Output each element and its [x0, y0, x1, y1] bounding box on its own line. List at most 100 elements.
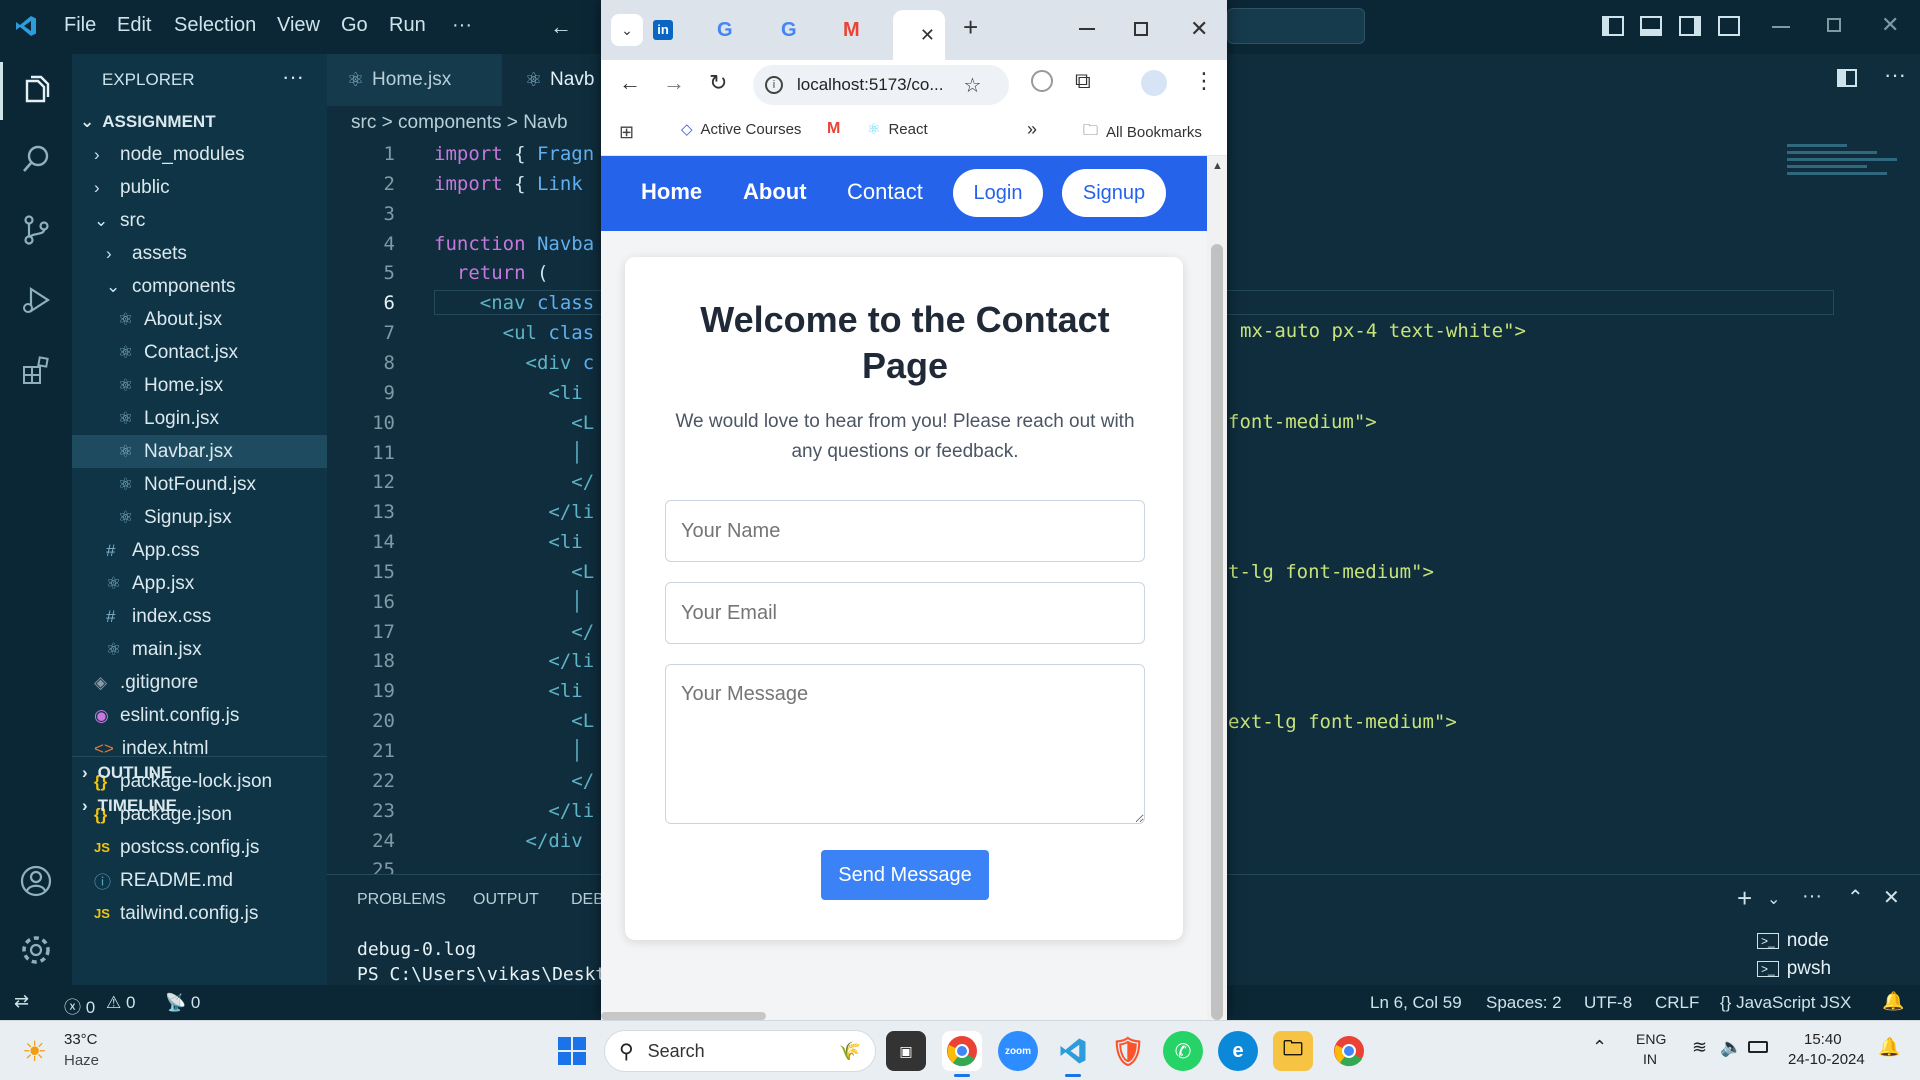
panel-tab-problems[interactable]: PROBLEMS	[357, 891, 446, 909]
address-bar[interactable]: i localhost:5173/co... ☆	[753, 65, 1009, 105]
email-field[interactable]	[665, 582, 1145, 644]
tray-chevron-icon[interactable]: ⌃	[1592, 1037, 1607, 1058]
chrome-menu-icon[interactable]: ⋮	[1193, 68, 1215, 94]
tree-item[interactable]: ⚛ App.jsx	[72, 567, 327, 600]
edge-icon[interactable]: e	[1218, 1031, 1258, 1071]
wifi-icon[interactable]: ≋	[1692, 1037, 1707, 1058]
menu-more[interactable]: ···	[452, 14, 472, 37]
extension-icon[interactable]	[1031, 70, 1053, 92]
minimize-icon[interactable]	[1772, 26, 1790, 28]
tree-item[interactable]: ⚛ NotFound.jsx	[72, 468, 327, 501]
close-panel-icon[interactable]: ✕	[1883, 885, 1900, 910]
page-scrollbar[interactable]: ▲	[1207, 156, 1227, 1020]
extensions-puzzle-icon[interactable]: ⧉	[1075, 68, 1091, 94]
panel-more-button[interactable]: ···	[1802, 885, 1822, 908]
explorer-icon[interactable]	[16, 70, 56, 110]
tree-item[interactable]: › assets	[72, 237, 327, 270]
tree-item[interactable]: ◉ eslint.config.js	[72, 699, 327, 732]
tree-item[interactable]: JS postcss.config.js	[72, 831, 327, 864]
bookmark-star-icon[interactable]: ☆	[963, 73, 981, 98]
tab-linkedin[interactable]: in	[653, 14, 691, 46]
cursor-position[interactable]: Ln 6, Col 59	[1370, 993, 1462, 1013]
tree-item[interactable]: ⚛ About.jsx	[72, 303, 327, 336]
scroll-up-arrow-icon[interactable]: ▲	[1212, 160, 1223, 172]
settings-gear-icon[interactable]	[16, 930, 56, 970]
chevron-down-icon[interactable]: ⌄	[1767, 889, 1780, 909]
new-terminal-icon[interactable]: +	[1737, 883, 1752, 914]
tree-item[interactable]: JS tailwind.config.js	[72, 897, 327, 930]
taskbar-search[interactable]: ⚲ Search 🌾	[604, 1030, 876, 1072]
encoding[interactable]: UTF-8	[1584, 993, 1632, 1013]
run-debug-icon[interactable]	[16, 280, 56, 320]
tree-item[interactable]: ◈ .gitignore	[72, 666, 327, 699]
new-tab-button[interactable]: +	[963, 12, 978, 43]
send-message-button[interactable]: Send Message	[821, 850, 989, 900]
accounts-icon[interactable]	[16, 861, 56, 901]
scroll-thumb[interactable]	[1211, 244, 1223, 1020]
weather-haze-icon[interactable]: ☀	[22, 1035, 47, 1068]
language-mode[interactable]: {} JavaScript JSX	[1720, 993, 1851, 1013]
tree-item[interactable]: ⚛ Contact.jsx	[72, 336, 327, 369]
tree-item[interactable]: ⓘ README.md	[72, 864, 327, 897]
line-ending[interactable]: CRLF	[1655, 993, 1699, 1013]
menu-go[interactable]: Go	[341, 14, 368, 37]
all-bookmarks[interactable]: 🗀 All Bookmarks	[1083, 120, 1202, 145]
minimize-icon[interactable]	[1079, 28, 1095, 30]
tab-navbar[interactable]: ⚛ Navb	[505, 54, 605, 106]
tree-item[interactable]: ⚛ Home.jsx	[72, 369, 327, 402]
file-explorer-icon[interactable]: 🗀	[1273, 1031, 1313, 1071]
toggle-secondary-sidebar-icon[interactable]	[1679, 16, 1701, 36]
restore-icon[interactable]	[1827, 18, 1841, 32]
volume-icon[interactable]: 🔈	[1720, 1037, 1742, 1058]
menu-selection[interactable]: Selection	[174, 14, 256, 37]
battery-icon[interactable]	[1748, 1041, 1768, 1053]
outline-section[interactable]: › OUTLINE	[72, 756, 327, 789]
tab-google-2[interactable]: G	[781, 14, 819, 46]
apps-grid-icon[interactable]: ⊞	[619, 122, 634, 143]
tab-active[interactable]: ✕	[893, 10, 945, 60]
site-info-icon[interactable]: i	[765, 76, 783, 94]
weather-temp[interactable]: 33°C	[64, 1031, 98, 1048]
zoom-icon[interactable]: zoom	[998, 1031, 1038, 1071]
ports-status[interactable]: 📡 0	[165, 993, 200, 1013]
nav-about[interactable]: About	[743, 179, 807, 205]
tree-item[interactable]: › node_modules	[72, 138, 327, 171]
profile-avatar[interactable]	[1141, 70, 1167, 96]
chrome-taskbar-icon[interactable]	[942, 1031, 982, 1071]
toggle-sidebar-icon[interactable]	[1602, 16, 1624, 36]
tree-item[interactable]: ⚛ Signup.jsx	[72, 501, 327, 534]
tree-item[interactable]: › public	[72, 171, 327, 204]
horizontal-scroll-thumb[interactable]	[601, 1012, 766, 1020]
tab-home[interactable]: ⚛ Home.jsx	[327, 54, 502, 106]
notification-bell-icon[interactable]: 🔔	[1878, 1037, 1900, 1058]
windows-start-icon[interactable]	[552, 1031, 592, 1071]
panel-tab-output[interactable]: OUTPUT	[473, 891, 539, 909]
errors-status[interactable]: ⓧ 0	[64, 993, 95, 1018]
tree-item[interactable]: # index.css	[72, 600, 327, 633]
timeline-section[interactable]: › TIMELINE	[72, 789, 327, 822]
tree-item[interactable]: ⌄ components	[72, 270, 327, 303]
tab-search-icon[interactable]: ⌄	[611, 14, 643, 46]
command-center[interactable]	[1227, 8, 1365, 44]
menu-file[interactable]: File	[64, 14, 96, 37]
clock-time[interactable]: 15:40	[1804, 1031, 1842, 1048]
back-arrow-icon[interactable]: ←	[550, 14, 572, 40]
whatsapp-icon[interactable]: ✆	[1163, 1031, 1203, 1071]
indentation[interactable]: Spaces: 2	[1486, 993, 1562, 1013]
terminal-pwsh[interactable]: >_ pwsh	[1757, 955, 1887, 983]
bookmark-react[interactable]: ⚛ React	[867, 120, 928, 139]
menu-run[interactable]: Run	[389, 14, 426, 37]
tree-item[interactable]: ⚛ main.jsx	[72, 633, 327, 666]
chrome-profile-taskbar-icon[interactable]	[1329, 1031, 1369, 1071]
close-window-icon[interactable]: ✕	[1190, 16, 1208, 42]
maximize-panel-icon[interactable]: ⌃	[1847, 885, 1864, 910]
notifications-bell-icon[interactable]: 🔔	[1882, 991, 1904, 1012]
layout-icon[interactable]	[1718, 16, 1740, 36]
warnings-status[interactable]: ⚠ 0	[106, 993, 135, 1013]
task-view-icon[interactable]: ▣	[886, 1031, 926, 1071]
signup-button[interactable]: Signup	[1062, 169, 1166, 217]
tab-gmail[interactable]: M	[843, 14, 881, 46]
extensions-icon[interactable]	[16, 350, 56, 390]
explorer-more-button[interactable]: ···	[282, 64, 304, 90]
menu-view[interactable]: View	[277, 14, 320, 37]
